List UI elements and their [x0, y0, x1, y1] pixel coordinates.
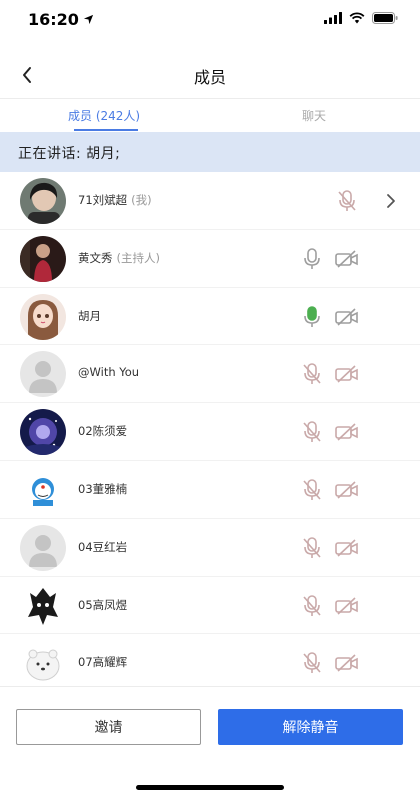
camera-off-icon[interactable] [335, 538, 359, 558]
member-role-tag: (我) [131, 193, 152, 207]
member-name: 02陈须爱 [78, 424, 128, 439]
location-arrow-icon [83, 14, 94, 25]
footer-bar: 邀请 解除静音 [0, 686, 420, 796]
avatar [20, 293, 66, 340]
avatar [20, 640, 66, 686]
camera-off-icon[interactable] [335, 422, 359, 442]
avatar [20, 351, 66, 398]
speaking-text: 正在讲话: 胡月; [18, 146, 121, 162]
avatar [20, 178, 66, 224]
avatar [20, 235, 66, 282]
mic-muted-icon[interactable] [337, 189, 357, 213]
avatar [20, 409, 66, 456]
chevron-right-icon[interactable] [384, 192, 398, 210]
member-name: 04豆红岩 [78, 539, 128, 554]
member-name: 03董雅楠 [78, 481, 128, 496]
avatar [20, 466, 66, 513]
wifi-icon [349, 12, 365, 24]
home-indicator[interactable] [136, 785, 284, 790]
navigation-bar: 成员 [0, 52, 420, 98]
member-list: 71刘斌超 (我) 黄文秀 (主持人) 胡月 @With You 02陈须爱 0… [0, 172, 420, 686]
member-name: 黄文秀 (主持人) [78, 250, 160, 265]
camera-off-icon[interactable] [335, 364, 359, 384]
mic-muted-icon[interactable] [302, 362, 322, 386]
mic-muted-icon[interactable] [302, 651, 322, 675]
tab-members[interactable]: 成员 (242人) [68, 107, 140, 124]
tab-chat[interactable]: 聊天 [302, 107, 326, 124]
unmute-button[interactable]: 解除静音 [218, 709, 403, 745]
member-role-tag: (主持人) [116, 250, 160, 265]
mic-active-icon[interactable] [302, 305, 322, 329]
member-row[interactable]: 03董雅楠 [0, 461, 420, 519]
tab-bar: 成员 (242人) 聊天 [0, 98, 420, 132]
status-indicators [324, 12, 398, 24]
camera-off-icon[interactable] [335, 480, 359, 500]
page-title: 成员 [193, 68, 226, 87]
speaking-banner: 正在讲话: 胡月; [0, 132, 420, 172]
avatar [20, 524, 66, 571]
mic-muted-icon[interactable] [302, 478, 322, 502]
status-time: 16:20 [28, 10, 94, 29]
mic-muted-icon[interactable] [302, 594, 322, 618]
member-name: 05高凤煜 [78, 597, 128, 612]
member-name: 胡月 [78, 308, 101, 323]
member-row[interactable]: 05高凤煜 [0, 577, 420, 635]
status-bar: 16:20 [0, 0, 420, 44]
camera-off-icon[interactable] [335, 596, 359, 616]
member-row[interactable]: 04豆红岩 [0, 519, 420, 577]
cellular-signal-icon [324, 12, 342, 24]
battery-icon [372, 12, 398, 24]
member-name: @With You [78, 365, 140, 380]
mic-muted-icon[interactable] [302, 420, 322, 444]
mic-muted-icon[interactable] [302, 536, 322, 560]
member-name: 71刘斌超 (我) [78, 193, 152, 207]
camera-off-icon[interactable] [335, 249, 359, 269]
clock: 16:20 [28, 10, 79, 29]
invite-button[interactable]: 邀请 [16, 709, 201, 745]
member-row[interactable]: 胡月 [0, 288, 420, 346]
camera-off-icon[interactable] [335, 307, 359, 327]
member-row[interactable]: 71刘斌超 (我) [0, 172, 420, 230]
active-tab-indicator [74, 129, 138, 131]
member-row[interactable]: 07高耀辉 [0, 634, 420, 686]
avatar [20, 582, 66, 629]
member-row[interactable]: @With You [0, 345, 420, 404]
camera-off-icon[interactable] [335, 653, 359, 673]
member-row[interactable]: 黄文秀 (主持人) [0, 230, 420, 288]
member-row[interactable]: 02陈须爱 [0, 403, 420, 461]
member-name: 07高耀辉 [78, 655, 128, 670]
mic-icon[interactable] [302, 247, 322, 271]
